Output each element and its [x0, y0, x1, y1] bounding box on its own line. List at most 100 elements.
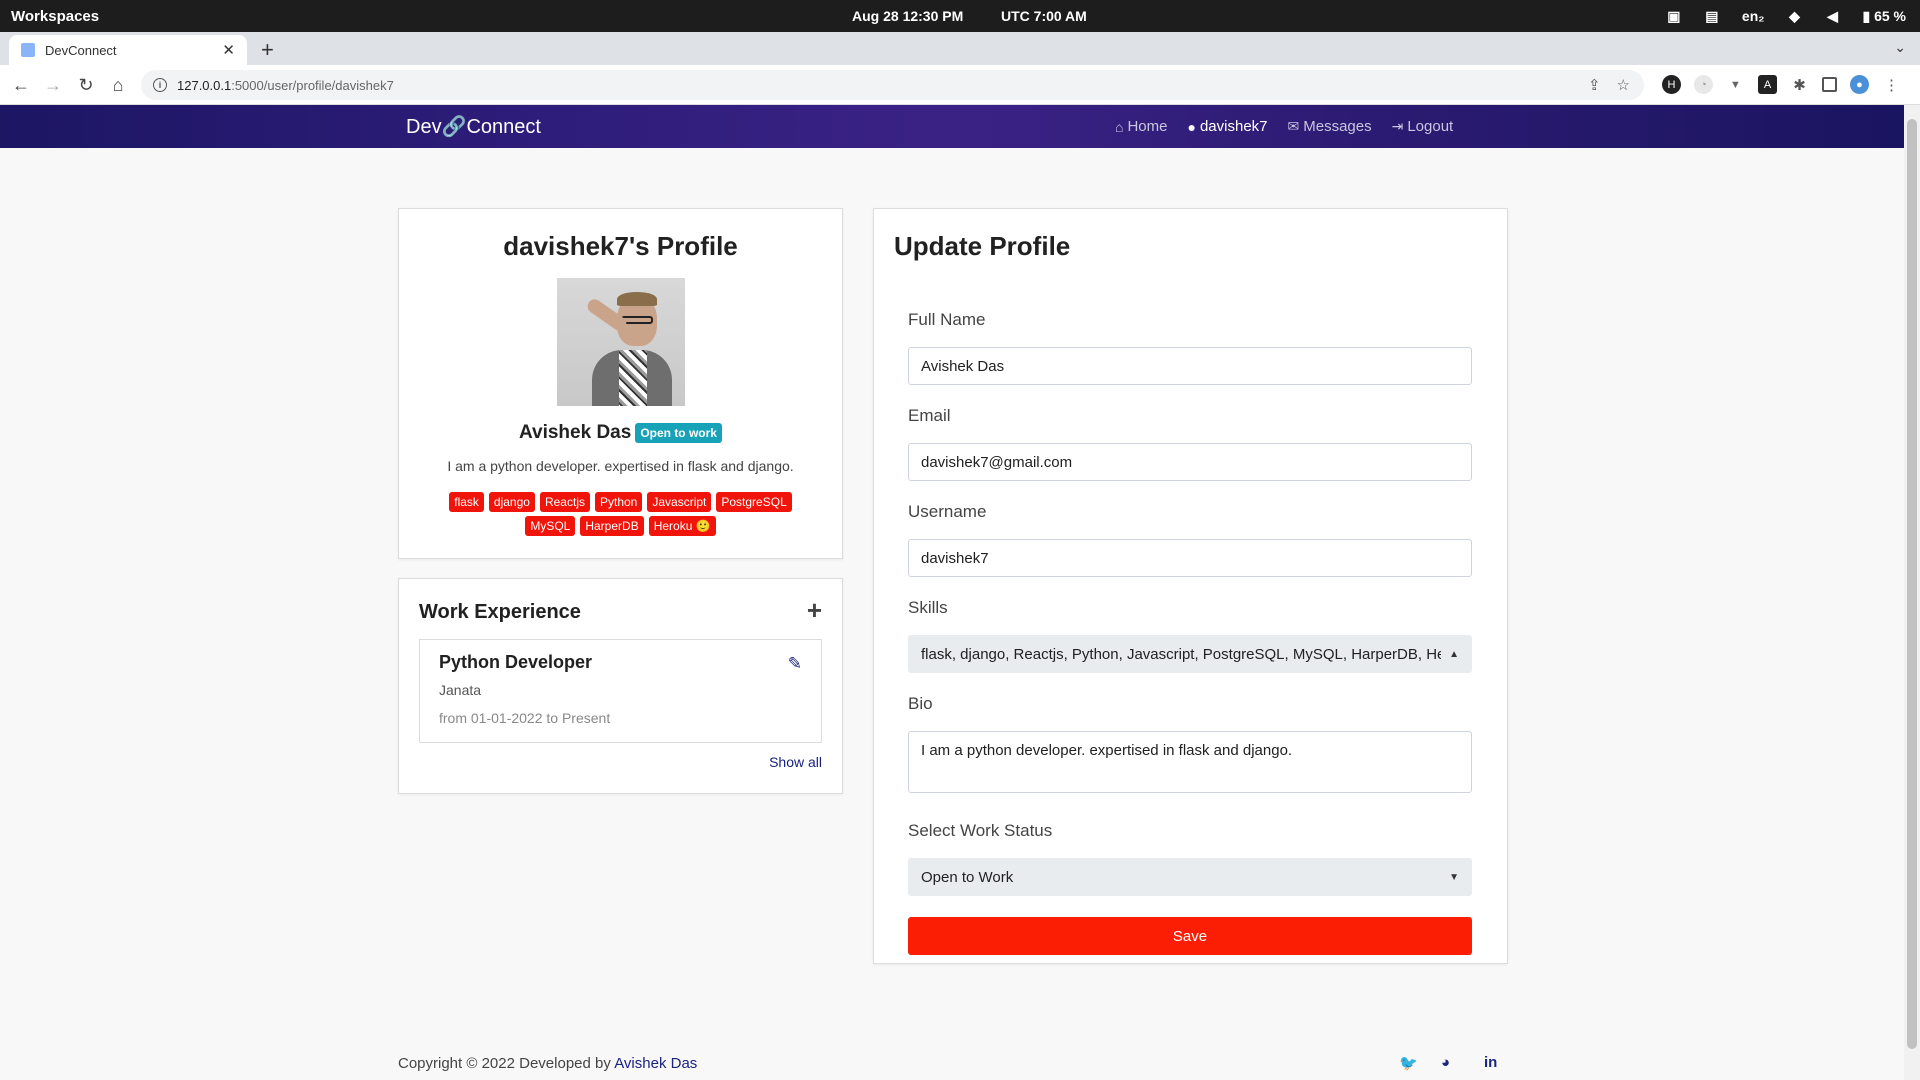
os-utc-clock: UTC 7:00 AM — [1001, 8, 1087, 24]
footer-author-link[interactable]: Avishek Das — [614, 1055, 697, 1072]
photo-hair — [616, 292, 657, 306]
tab-title: DevConnect — [45, 42, 117, 58]
omnibox-actions: ⇪ ☆ — [1588, 76, 1630, 94]
work-status-label: Select Work Status — [908, 821, 1053, 840]
nav-user-label: davishek7 — [1199, 118, 1268, 135]
work-experience-card: Work Experience + Python Developer ✎ Jan… — [398, 578, 843, 794]
skill-badge: Javascript — [647, 492, 712, 512]
profile-photo — [556, 278, 685, 406]
nav-profile-link[interactable]: ● davishek7 — [1187, 118, 1267, 135]
link-icon: 🔗 — [441, 116, 467, 138]
full-name-label: Full Name — [908, 310, 986, 329]
photo-shirt — [618, 350, 647, 406]
add-experience-plus-icon[interactable]: + — [807, 595, 822, 626]
work-experience-title: Work Experience — [419, 601, 581, 623]
home-icon: ⌂ — [1115, 118, 1124, 135]
bookmark-star-icon[interactable]: ☆ — [1617, 76, 1630, 94]
linkedin-icon[interactable]: in — [1484, 1054, 1497, 1071]
nav-logout-link[interactable]: ⇥ Logout — [1392, 118, 1454, 135]
scrollbar-thumb[interactable] — [1907, 119, 1917, 1049]
nav-home-link[interactable]: ⌂ Home — [1115, 118, 1167, 135]
email-field[interactable]: davishek7@gmail.com — [908, 443, 1472, 481]
site-info-icon[interactable]: i — [153, 78, 167, 92]
bio-textarea[interactable]: I am a python developer. expertised in f… — [908, 731, 1472, 793]
brand-logo[interactable]: Dev🔗Connect — [406, 114, 541, 139]
nav-home-label: Home — [1127, 118, 1168, 135]
extension-clock-icon[interactable]: ◔ — [1694, 75, 1713, 94]
skill-badge: flask — [449, 492, 484, 512]
clipboard-icon[interactable]: ▤ — [1704, 8, 1720, 24]
forward-arrow-icon[interactable]: → — [42, 74, 64, 96]
skill-badge: Python — [594, 492, 643, 512]
logout-icon: ⇥ — [1391, 118, 1404, 134]
extension-angular-icon[interactable]: A — [1758, 75, 1777, 94]
work-status-value: Open to Work — [921, 868, 1014, 886]
profile-name: Avishek Das — [519, 422, 632, 443]
twitter-icon[interactable]: 🐦 — [1399, 1054, 1418, 1072]
github-icon[interactable]: ◕ — [1441, 1054, 1450, 1071]
show-all-link[interactable]: Show all — [769, 754, 822, 770]
back-arrow-icon[interactable]: ← — [10, 74, 32, 96]
address-bar[interactable]: i 127.0.0.1:5000/user/profile/davishek7 … — [141, 70, 1644, 100]
page-scrollbar[interactable] — [1904, 105, 1920, 1080]
brand-text-right: Connect — [466, 116, 541, 138]
reload-icon[interactable]: ↻ — [75, 74, 97, 96]
skill-badge: Heroku 🙂 — [648, 516, 716, 536]
skill-badge: MySQL — [525, 516, 576, 536]
edit-pencil-icon[interactable]: ✎ — [788, 654, 802, 674]
url-host: 127.0.0.1 — [177, 77, 232, 93]
experience-item: Python Developer ✎ Janata from 01-01-202… — [419, 639, 822, 743]
brand-text-left: Dev — [406, 116, 442, 138]
os-top-bar: Workspaces Aug 28 12:30 PM UTC 7:00 AM ▣… — [0, 0, 1920, 32]
volume-icon[interactable]: ◀ — [1824, 8, 1840, 24]
caret-down-icon: ▼ — [1449, 871, 1459, 883]
job-period: from 01-01-2022 to Present — [439, 710, 611, 726]
browser-tab-strip: DevConnect ✕ + ⌄ — [0, 32, 1920, 65]
user-icon: ● — [1187, 118, 1196, 135]
profile-name-row: Avishek Das Open to work — [399, 422, 842, 444]
nav-messages-link[interactable]: ✉ Messages — [1288, 118, 1372, 135]
footer-text: Copyright © 2022 Developed by — [398, 1055, 615, 1072]
username-label: Username — [908, 502, 987, 521]
extensions-puzzle-icon[interactable]: ✱ — [1790, 75, 1809, 94]
tab-favicon-icon — [21, 43, 35, 57]
nav-logout-label: Logout — [1407, 118, 1454, 135]
profile-title: davishek7's Profile — [503, 231, 738, 261]
profile-card: davishek7's Profile Avishek Das Open to … — [398, 208, 843, 559]
work-status-select[interactable]: Open to Work ▼ — [908, 858, 1472, 896]
screen-icon[interactable]: ▣ — [1666, 8, 1682, 24]
home-icon[interactable]: ⌂ — [107, 74, 129, 96]
extension-h-icon[interactable]: H — [1662, 75, 1681, 94]
skill-badge: HarperDB — [580, 516, 644, 536]
nav-links: ⌂ Home ● davishek7 ✉ Messages ⇥ Logout — [1115, 118, 1453, 135]
os-clock[interactable]: Aug 28 12:30 PM — [852, 8, 963, 24]
footer-copyright: Copyright © 2022 Developed by Avishek Da… — [398, 1055, 697, 1072]
tab-close-icon[interactable]: ✕ — [222, 41, 235, 59]
envelope-icon: ✉ — [1287, 118, 1300, 134]
skills-multiselect[interactable]: flask, django, Reactjs, Python, Javascri… — [908, 635, 1472, 673]
language-indicator[interactable]: en₂ — [1742, 8, 1765, 24]
username-field[interactable]: davishek7 — [908, 539, 1472, 577]
save-button[interactable]: Save — [908, 917, 1472, 955]
battery-indicator[interactable]: ▮ 65 % — [1862, 8, 1906, 25]
nav-messages-label: Messages — [1303, 118, 1372, 135]
skills-label: Skills — [908, 598, 948, 617]
workspaces-button[interactable]: Workspaces — [11, 8, 99, 25]
full-name-field[interactable]: Avishek Das — [908, 347, 1472, 385]
browser-tab[interactable]: DevConnect ✕ — [9, 35, 247, 65]
site-navbar: Dev🔗Connect ⌂ Home ● davishek7 ✉ Messages ⇥… — [0, 105, 1904, 148]
new-tab-icon[interactable]: + — [261, 37, 274, 63]
extension-vue-icon[interactable]: ▼ — [1726, 75, 1745, 94]
url-path: :5000/user/profile/davishek7 — [231, 77, 394, 93]
share-icon[interactable]: ⇪ — [1588, 76, 1601, 94]
wifi-icon[interactable]: ◆ — [1786, 8, 1802, 24]
email-label: Email — [908, 406, 951, 425]
battery-icon: ▮ — [1862, 7, 1871, 24]
profile-bio: I am a python developer. expertised in f… — [447, 458, 794, 474]
more-menu-icon[interactable]: ⋮ — [1882, 75, 1901, 94]
side-panel-icon[interactable] — [1822, 77, 1837, 92]
tab-search-chevron-icon[interactable]: ⌄ — [1894, 39, 1906, 56]
status-badge: Open to work — [635, 423, 722, 443]
battery-level: 65 % — [1874, 7, 1906, 24]
profile-avatar[interactable]: ● — [1850, 75, 1869, 94]
